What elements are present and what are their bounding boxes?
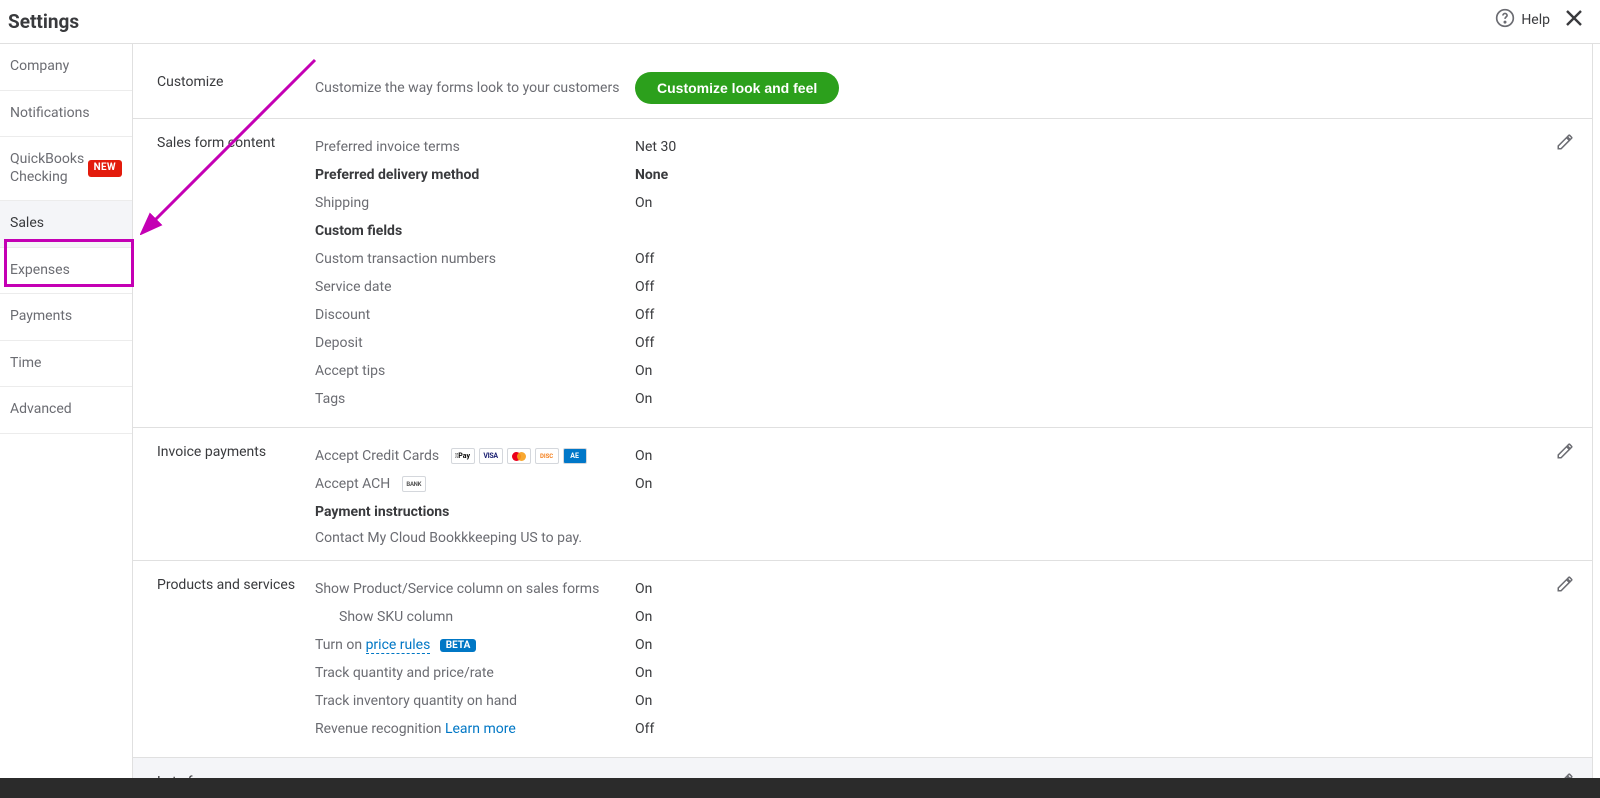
- page-title: Settings: [8, 10, 79, 33]
- setting-label: Discount: [315, 307, 635, 323]
- help-label: Help: [1521, 12, 1550, 28]
- section-title: Sales form content: [157, 133, 315, 413]
- setting-value: Off: [635, 307, 654, 323]
- setting-label: Preferred invoice terms: [315, 139, 635, 155]
- setting-label: Preferred delivery method: [315, 167, 635, 183]
- learn-more-link[interactable]: Learn more: [445, 721, 516, 737]
- applepay-icon: Pay: [451, 448, 475, 464]
- card-brand-icons: Pay VISA DISC AE: [451, 448, 587, 464]
- setting-value: On: [635, 665, 652, 681]
- setting-value: Off: [635, 335, 654, 351]
- setting-label: Tags: [315, 391, 635, 407]
- setting-label: Deposit: [315, 335, 635, 351]
- setting-label: Turn on price rules BETA: [315, 637, 635, 653]
- setting-value: On: [635, 448, 652, 464]
- setting-label: Track quantity and price/rate: [315, 665, 635, 681]
- mastercard-icon: [507, 448, 531, 464]
- customize-desc: Customize the way forms look to your cus…: [315, 80, 635, 96]
- setting-value: On: [635, 609, 652, 625]
- sidebar-item-sales[interactable]: Sales: [0, 201, 132, 248]
- amex-icon: AE: [563, 448, 587, 464]
- payment-instructions-text: Contact My Cloud Bookkkeeping US to pay.: [315, 530, 1576, 546]
- setting-value: On: [635, 363, 652, 379]
- section-title: Products and services: [157, 575, 315, 743]
- setting-value: None: [635, 167, 668, 183]
- setting-value: On: [635, 637, 652, 653]
- setting-label: Shipping: [315, 195, 635, 211]
- right-edge-strip: [1592, 44, 1600, 778]
- visa-icon: VISA: [479, 448, 503, 464]
- sidebar-item-expenses[interactable]: Expenses: [0, 248, 132, 295]
- price-rules-link[interactable]: price rules: [366, 637, 431, 654]
- sidebar-item-payments[interactable]: Payments: [0, 294, 132, 341]
- setting-label: Accept ACH BANK: [315, 476, 635, 492]
- sidebar-item-label: Advanced: [10, 401, 72, 419]
- setting-label: Service date: [315, 279, 635, 295]
- setting-value: On: [635, 476, 652, 492]
- setting-value: On: [635, 195, 652, 211]
- setting-value: On: [635, 693, 652, 709]
- setting-value: On: [635, 391, 652, 407]
- setting-label: Payment instructions: [315, 504, 635, 520]
- sidebar-item-notifications[interactable]: Notifications: [0, 91, 132, 138]
- close-button[interactable]: [1562, 6, 1586, 34]
- edit-section-button[interactable]: [1556, 575, 1578, 597]
- setting-label: Show Product/Service column on sales for…: [315, 581, 635, 597]
- sidebar-item-label: Payments: [10, 308, 72, 326]
- sidebar-item-quickbooks-checking[interactable]: QuickBooks Checking NEW: [0, 137, 132, 201]
- sidebar-item-label: Sales: [10, 215, 44, 233]
- edit-section-button[interactable]: [1556, 133, 1578, 155]
- section-customize: Customize Customize the way forms look t…: [133, 62, 1600, 119]
- setting-value: Off: [635, 721, 654, 737]
- setting-label: Show SKU column: [315, 609, 635, 625]
- sidebar-item-label: QuickBooks Checking: [10, 151, 88, 186]
- discover-icon: DISC: [535, 448, 559, 464]
- header: Settings Help: [0, 0, 1600, 44]
- sidebar-item-time[interactable]: Time: [0, 341, 132, 388]
- section-invoice-payments: Invoice payments Accept Credit Cards Pa…: [133, 428, 1600, 561]
- setting-label: Accept tips: [315, 363, 635, 379]
- sidebar-item-label: Company: [10, 58, 69, 76]
- content-scroll[interactable]: Customize Customize the way forms look t…: [133, 44, 1600, 798]
- beta-badge: BETA: [440, 639, 477, 652]
- new-badge: NEW: [88, 160, 122, 177]
- help-button[interactable]: Help: [1495, 8, 1550, 32]
- help-icon: [1495, 8, 1515, 32]
- setting-value: Off: [635, 251, 654, 267]
- setting-value: Net 30: [635, 139, 676, 155]
- footer-bar: [0, 778, 1600, 798]
- sidebar-item-advanced[interactable]: Advanced: [0, 387, 132, 434]
- setting-label: Revenue recognition Learn more: [315, 721, 635, 737]
- setting-label: Track inventory quantity on hand: [315, 693, 635, 709]
- setting-label: Custom fields: [315, 223, 635, 239]
- section-title: Customize: [157, 72, 315, 104]
- section-title: Invoice payments: [157, 442, 315, 546]
- sidebar: Company Notifications QuickBooks Checkin…: [0, 44, 133, 798]
- edit-section-button[interactable]: [1556, 442, 1578, 464]
- setting-value: On: [635, 581, 652, 597]
- sidebar-item-label: Time: [10, 355, 41, 373]
- customize-look-button[interactable]: Customize look and feel: [635, 72, 839, 104]
- setting-label: Custom transaction numbers: [315, 251, 635, 267]
- setting-label: Accept Credit Cards Pay VISA DISC AE: [315, 448, 635, 464]
- bank-icon: BANK: [402, 476, 426, 492]
- section-sales-form-content: Sales form content Preferred invoice ter…: [133, 119, 1600, 428]
- sidebar-item-label: Notifications: [10, 105, 90, 123]
- sidebar-item-company[interactable]: Company: [0, 44, 132, 91]
- sidebar-item-label: Expenses: [10, 262, 70, 280]
- setting-value: Off: [635, 279, 654, 295]
- section-products-services: Products and services Show Product/Servi…: [133, 561, 1600, 758]
